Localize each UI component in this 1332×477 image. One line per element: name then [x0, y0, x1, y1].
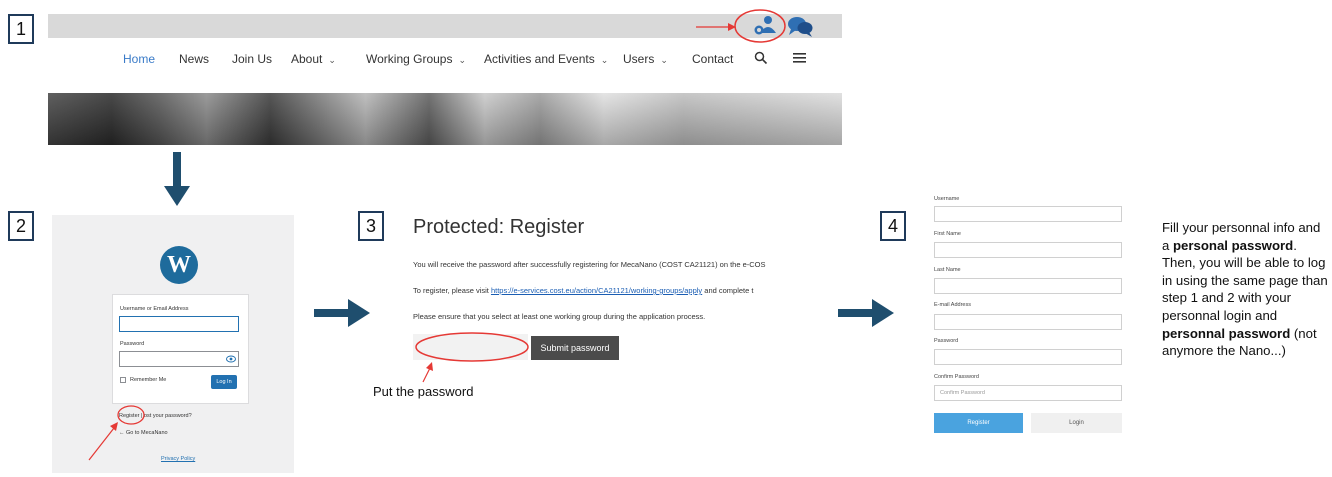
- confirm-password-label: Confirm Password: [934, 374, 979, 380]
- login-button[interactable]: Login: [1031, 413, 1122, 433]
- annotation-text: Put the password: [373, 384, 474, 399]
- info-line-2-prefix: To register, please visit: [413, 286, 491, 295]
- step-number-1: 1: [8, 14, 34, 44]
- cost-apply-link[interactable]: https://e-services.cost.eu/action/CA2112…: [491, 286, 702, 295]
- annotation-arrow-and-circle: [696, 9, 786, 43]
- password-label: Password: [120, 341, 145, 347]
- nav-item-contact[interactable]: Contact: [692, 52, 733, 66]
- show-password-eye-icon[interactable]: [226, 355, 236, 363]
- nav-item-about[interactable]: About ⌄: [291, 52, 336, 66]
- username-input[interactable]: [934, 206, 1122, 222]
- username-label: Username: [934, 196, 960, 202]
- nav-item-home[interactable]: Home: [123, 52, 155, 66]
- remember-me-label: Remember Me: [130, 377, 167, 383]
- info-line-1: You will receive the password after succ…: [413, 260, 766, 269]
- nav-item-users[interactable]: Users ⌄: [623, 52, 668, 66]
- down-arrow-icon: [164, 152, 190, 206]
- password-input[interactable]: [934, 349, 1122, 365]
- first-name-input[interactable]: [934, 242, 1122, 258]
- step-number-3: 3: [358, 211, 384, 241]
- instructions-bold-2: personnal password: [1162, 325, 1291, 341]
- right-arrow-icon: [838, 299, 894, 327]
- privacy-policy-link[interactable]: Privacy Policy: [161, 456, 195, 462]
- wordpress-logo-icon: W: [160, 246, 198, 284]
- nav-item-working-groups-label: Working Groups: [366, 52, 453, 66]
- main-navigation: Home News Join Us About ⌄ Working Groups ⌄…: [48, 46, 842, 74]
- first-name-label: First Name: [934, 231, 961, 237]
- instructions-text: Fill your personnal info and a personal …: [1162, 219, 1330, 360]
- last-name-input[interactable]: [934, 278, 1122, 294]
- submit-password-button[interactable]: Submit password: [531, 336, 619, 360]
- username-label: Username or Email Address: [120, 306, 189, 312]
- chevron-down-icon: ⌄: [458, 55, 467, 65]
- step-number-2: 2: [8, 211, 34, 241]
- username-input[interactable]: [119, 316, 239, 332]
- password-label: Password: [934, 338, 959, 344]
- right-arrow-icon: [314, 299, 370, 327]
- nav-item-activities-label: Activities and Events: [484, 52, 595, 66]
- search-icon[interactable]: [754, 51, 768, 65]
- chat-icon[interactable]: [786, 14, 814, 38]
- hamburger-menu-icon[interactable]: [793, 52, 806, 64]
- chevron-down-icon: ⌄: [600, 55, 609, 65]
- nav-item-news[interactable]: News: [179, 52, 209, 66]
- email-label: E-mail Address: [934, 302, 971, 308]
- remember-me-checkbox[interactable]: [120, 377, 126, 383]
- instructions-bold-1: personal password: [1173, 237, 1294, 253]
- last-name-label: Last Name: [934, 267, 961, 273]
- info-line-2: To register, please visit https://e-serv…: [413, 286, 843, 295]
- nav-item-activities-events[interactable]: Activities and Events ⌄: [484, 52, 608, 66]
- nav-item-join-us[interactable]: Join Us: [232, 52, 272, 66]
- step-number-4: 4: [880, 211, 906, 241]
- login-form: Username or Email Address Password Remem…: [112, 294, 249, 404]
- email-input[interactable]: [934, 314, 1122, 330]
- annotation-arrow-and-circle: [415, 332, 529, 383]
- log-in-button[interactable]: Log In: [211, 375, 237, 389]
- header-banner-image: [48, 93, 842, 145]
- nav-item-working-groups[interactable]: Working Groups ⌄: [366, 52, 466, 66]
- password-input[interactable]: [119, 351, 239, 367]
- annotation-arrow-and-circle: [88, 405, 145, 461]
- register-button[interactable]: Register: [934, 413, 1023, 433]
- chevron-down-icon: ⌄: [328, 55, 336, 65]
- nav-item-about-label: About: [291, 52, 323, 66]
- page-title: Protected: Register: [413, 216, 585, 238]
- info-line-2-suffix: and complete t: [702, 286, 754, 295]
- confirm-password-input[interactable]: Confirm Password: [934, 385, 1122, 401]
- info-line-3: Please ensure that you select at least o…: [413, 312, 706, 321]
- chevron-down-icon: ⌄: [660, 55, 668, 65]
- nav-item-users-label: Users: [623, 52, 655, 66]
